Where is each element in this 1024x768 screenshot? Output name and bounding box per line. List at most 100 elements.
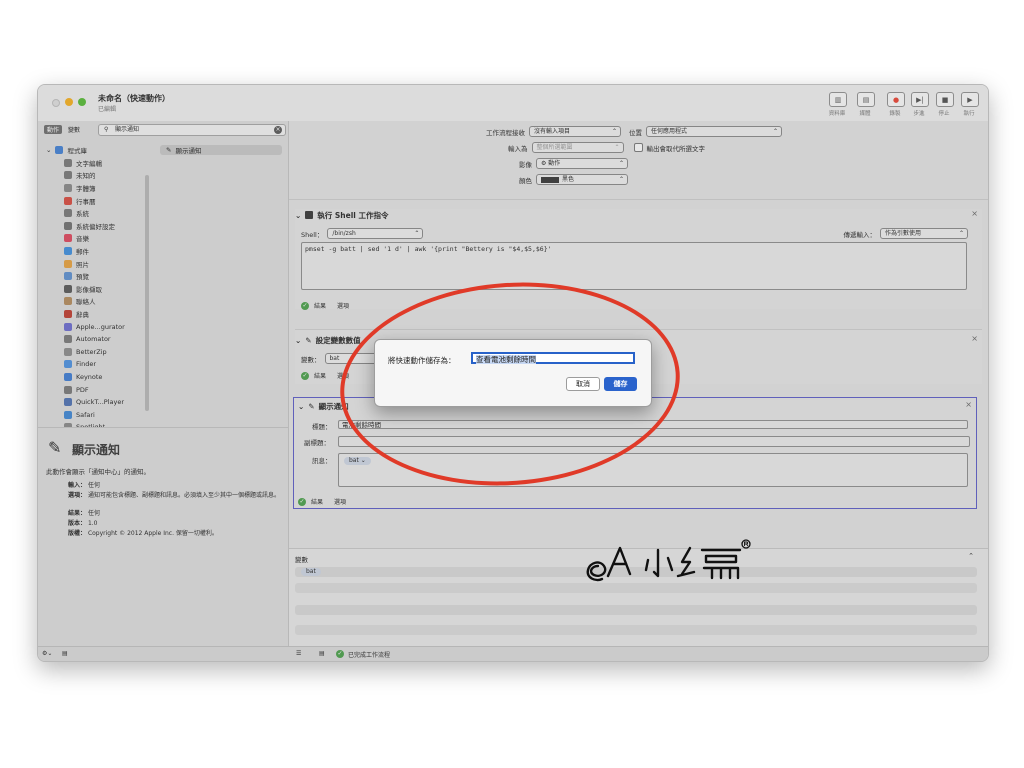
- options-toggle[interactable]: 選項: [337, 301, 349, 310]
- variables-segment[interactable]: 變數: [68, 125, 80, 134]
- stop-button[interactable]: ■: [936, 92, 954, 107]
- library-item[interactable]: 辭典: [46, 308, 146, 321]
- library-item[interactable]: 未知的: [46, 169, 146, 182]
- log-view-icon[interactable]: ▤: [319, 650, 325, 657]
- actions-segment[interactable]: 動作: [44, 125, 63, 134]
- library-item[interactable]: 照片: [46, 257, 146, 270]
- action-item-show-notification[interactable]: ✎ 顯示通知: [160, 145, 282, 155]
- library-item[interactable]: Keynote: [46, 371, 146, 384]
- library-item-label: Automator: [76, 335, 111, 344]
- results-toggle[interactable]: 結果: [314, 301, 326, 310]
- variable-row-empty: [295, 625, 977, 635]
- variable-token[interactable]: bat ⌄: [344, 457, 371, 465]
- results-toggle[interactable]: 結果: [314, 371, 326, 380]
- pass-input-select[interactable]: 作為引數使用: [880, 228, 968, 239]
- library-item[interactable]: Automator: [46, 333, 146, 346]
- library-item[interactable]: 預覽: [46, 270, 146, 283]
- notification-message-field[interactable]: bat ⌄: [338, 453, 968, 487]
- zoom-window-button[interactable]: [78, 98, 86, 106]
- library-scrollbar[interactable]: [145, 175, 149, 411]
- run-button[interactable]: ▶: [961, 92, 979, 107]
- save-name-input[interactable]: 查看電池剩餘時間: [471, 352, 635, 364]
- library-item[interactable]: 字體簿: [46, 182, 146, 195]
- library-item-label: 音樂: [76, 235, 89, 244]
- notification-message-label: 訊息：: [312, 457, 332, 465]
- library-item[interactable]: ⌄ 程式庫: [46, 144, 146, 157]
- gear-icon[interactable]: ⚙⌄: [42, 650, 52, 657]
- options-toggle[interactable]: 選項: [337, 371, 349, 380]
- show-notification-footer: ✓ 結果 選項: [298, 497, 346, 506]
- library-item[interactable]: PDF: [46, 383, 146, 396]
- record-button[interactable]: ●: [887, 92, 905, 107]
- library-item[interactable]: 行事曆: [46, 194, 146, 207]
- description-row: 版權： Copyright © 2012 Apple Inc. 保留一切權利。: [68, 530, 218, 537]
- location-label: 位置: [629, 128, 642, 137]
- close-icon[interactable]: ×: [971, 334, 978, 343]
- library-item[interactable]: BetterZip: [46, 346, 146, 359]
- library-item-label: Finder: [76, 360, 96, 369]
- chevron-down-icon[interactable]: ⌄: [298, 402, 304, 411]
- receives-select[interactable]: 沒有輸入項目: [529, 126, 621, 137]
- library-item-label: QuickT...Player: [76, 398, 125, 407]
- library-item[interactable]: 文字編輯: [46, 157, 146, 170]
- location-select[interactable]: 任何應用程式: [646, 126, 782, 137]
- app-icon: [64, 310, 72, 319]
- save-button[interactable]: 儲存: [604, 377, 637, 391]
- variable-token[interactable]: bat: [301, 568, 321, 576]
- script-editor[interactable]: pmset -g batt | sed '1 d' | awk '{print …: [301, 242, 967, 290]
- sidebar-icon[interactable]: ▤: [62, 650, 68, 657]
- color-select[interactable]: 黑色: [536, 174, 628, 185]
- chevron-down-icon[interactable]: ⌄: [46, 146, 51, 154]
- library-item-label: 系統偏好設定: [76, 222, 115, 231]
- notification-subtitle-field[interactable]: [338, 436, 970, 447]
- list-view-icon[interactable]: ☰: [296, 650, 301, 657]
- library-item[interactable]: 音樂: [46, 232, 146, 245]
- input-select[interactable]: 整個所選範圍: [531, 142, 624, 153]
- notification-action-icon: ✎: [166, 146, 172, 154]
- options-toggle[interactable]: 選項: [334, 497, 346, 506]
- clear-search-icon[interactable]: ×: [274, 126, 282, 134]
- results-toggle[interactable]: 結果: [311, 497, 323, 506]
- image-select[interactable]: ⚙ 動作: [536, 158, 628, 169]
- search-field[interactable]: ⚲ 顯示通知 ×: [98, 124, 286, 136]
- library-item[interactable]: Finder: [46, 358, 146, 371]
- shell-select[interactable]: /bin/zsh: [327, 228, 424, 239]
- collapse-icon[interactable]: ⌃: [968, 552, 974, 560]
- library-item[interactable]: 系統偏好設定: [46, 220, 146, 233]
- close-window-button[interactable]: [52, 99, 60, 107]
- replace-checkbox[interactable]: [633, 143, 643, 152]
- library-item-label: 郵件: [76, 248, 89, 257]
- minimize-window-button[interactable]: [65, 98, 73, 106]
- close-icon[interactable]: ×: [965, 400, 972, 409]
- library-item[interactable]: 系統: [46, 207, 146, 220]
- library-item[interactable]: QuickT...Player: [46, 396, 146, 409]
- sidebar-icon: ▥: [834, 95, 842, 104]
- library-item[interactable]: Safari: [46, 408, 146, 421]
- app-icon: [64, 410, 72, 419]
- shell-action-title: 執行 Shell 工作指令: [317, 210, 389, 220]
- chevron-down-icon[interactable]: ⌄: [295, 336, 301, 345]
- search-input[interactable]: 顯示通知: [115, 125, 139, 135]
- library-toggle-button[interactable]: ▥: [829, 92, 847, 107]
- chevron-down-icon[interactable]: ⌄: [295, 211, 301, 220]
- media-button[interactable]: ▤: [857, 92, 875, 107]
- app-icon: [64, 335, 72, 344]
- record-icon: ●: [892, 95, 900, 104]
- close-icon[interactable]: ×: [971, 209, 978, 218]
- library-item[interactable]: 影像擷取: [46, 283, 146, 296]
- library-item[interactable]: Apple...gurator: [46, 320, 146, 333]
- run-icon: ▶: [967, 95, 973, 104]
- action-item-label: 顯示通知: [175, 147, 202, 155]
- library-item-label: Apple...gurator: [76, 322, 125, 331]
- watermark-signature: [586, 539, 751, 582]
- notification-title-field[interactable]: 電池剩餘時間: [338, 420, 968, 429]
- notification-action-icon: ✎: [308, 401, 315, 411]
- status-bar: ⚙⌄ ▤ ☰ ▤ ✓ 已完成工作流程: [38, 646, 988, 661]
- shell-action-footer: ✓ 結果 選項: [301, 301, 349, 310]
- step-button[interactable]: ▶|: [911, 92, 929, 107]
- save-as-label: 將快速動作儲存為：: [388, 356, 456, 365]
- app-icon: [64, 284, 72, 293]
- library-item[interactable]: 郵件: [46, 245, 146, 258]
- cancel-button[interactable]: 取消: [566, 377, 600, 391]
- library-item[interactable]: 聯絡人: [46, 295, 146, 308]
